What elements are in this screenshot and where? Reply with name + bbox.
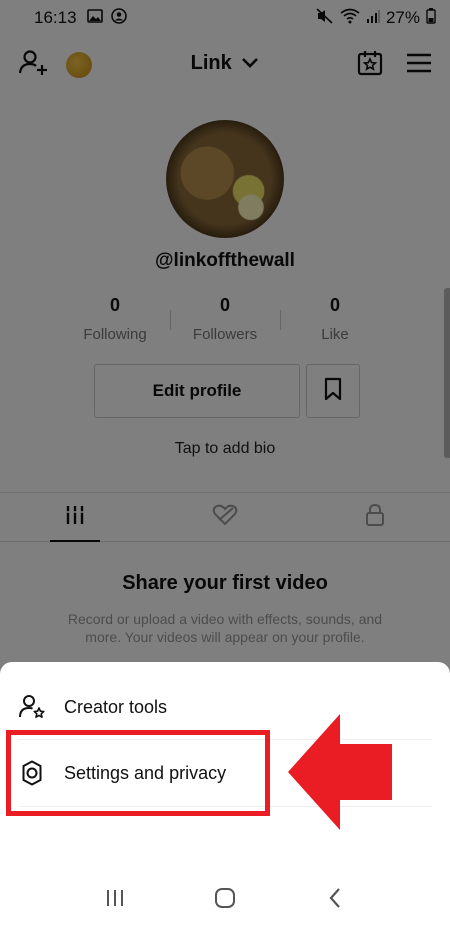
menu-item-label: Creator tools [64,696,168,717]
recent-apps-icon[interactable] [95,878,135,918]
back-icon[interactable] [315,878,355,918]
highlight-box [6,730,270,816]
home-icon[interactable] [205,878,245,918]
screen: 16:13 27% [0,0,450,927]
arrow-left-icon [288,714,392,830]
creator-tools-icon [18,693,46,721]
system-nav-bar [0,868,450,927]
